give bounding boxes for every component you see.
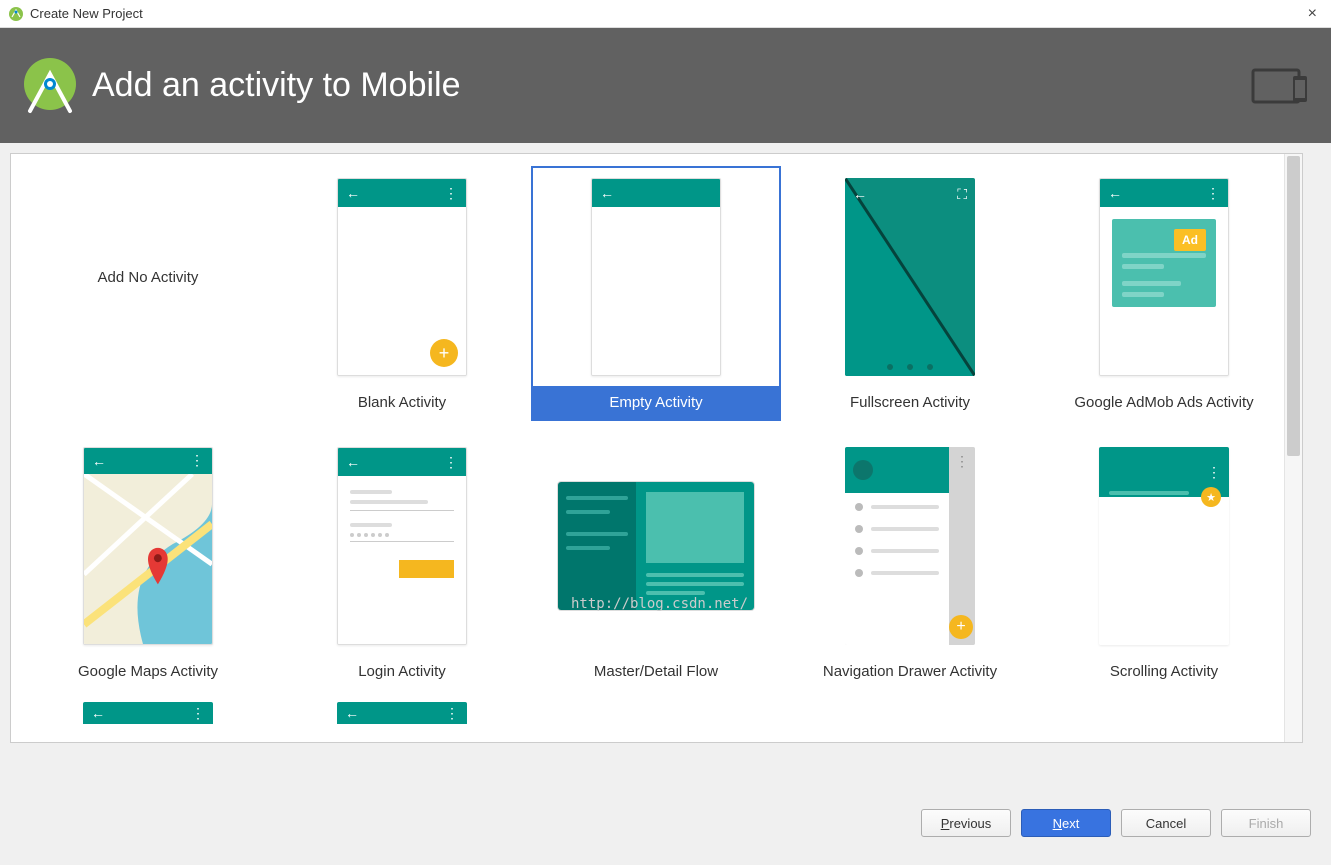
overflow-menu-icon (955, 453, 969, 470)
app-icon (8, 6, 24, 22)
activity-card-admob[interactable]: Ad Google AdMob Ads Activity (1037, 164, 1291, 433)
next-label: ext (1062, 816, 1079, 831)
overflow-menu-icon (444, 454, 458, 471)
fab-plus-icon (430, 339, 458, 367)
activity-card-master-detail[interactable]: Master/Detail Flow (529, 433, 783, 702)
activity-card-nav-drawer[interactable]: Navigation Drawer Activity (783, 433, 1037, 702)
window-title: Create New Project (30, 6, 143, 21)
activity-gallery: Add No Activity Blank (10, 153, 1303, 743)
fullscreen-activity-thumb (845, 178, 975, 376)
activity-card-fullscreen[interactable]: Fullscreen Activity (783, 164, 1037, 433)
activity-label: Master/Detail Flow (531, 655, 781, 700)
previous-label: revious (949, 816, 991, 831)
nav-drawer-thumb (845, 447, 975, 645)
activity-label: Google Maps Activity (23, 655, 273, 700)
overflow-menu-icon (444, 185, 458, 202)
activity-card-add-no-activity[interactable]: Add No Activity (21, 164, 275, 433)
activity-card-login[interactable]: Login Activity (275, 433, 529, 702)
page-title: Add an activity to Mobile (92, 66, 461, 105)
back-arrow-icon (346, 454, 360, 470)
cancel-button[interactable]: Cancel (1121, 809, 1211, 837)
back-arrow-icon (92, 453, 106, 469)
activity-card-blank[interactable]: Blank Activity (275, 164, 529, 433)
fab-star-icon (1201, 487, 1221, 507)
master-detail-thumb (557, 481, 755, 611)
blank-activity-thumb (337, 178, 467, 376)
ad-badge: Ad (1174, 229, 1206, 251)
overflow-menu-icon (445, 705, 459, 722)
scrolling-activity-thumb (1099, 447, 1229, 645)
fullscreen-icon (957, 186, 967, 203)
back-arrow-icon (600, 185, 614, 201)
activity-label: Navigation Drawer Activity (785, 655, 1035, 700)
no-activity-label: Add No Activity (98, 269, 199, 286)
activity-card-peek[interactable] (337, 702, 467, 724)
activity-label: Login Activity (277, 655, 527, 700)
activity-card-scrolling[interactable]: Scrolling Activity (1037, 433, 1291, 702)
overflow-menu-icon (1206, 185, 1220, 202)
overflow-menu-icon (190, 452, 204, 469)
activity-label: Google AdMob Ads Activity (1039, 386, 1289, 431)
fab-plus-icon (949, 615, 973, 639)
activity-card-peek[interactable] (83, 702, 213, 724)
activity-label: Blank Activity (277, 386, 527, 431)
close-button[interactable]: × (1302, 5, 1323, 23)
activity-card-maps[interactable]: Google Maps Activity (21, 433, 275, 702)
window-titlebar: Create New Project × (0, 0, 1331, 28)
android-studio-logo-icon (20, 56, 80, 116)
back-arrow-icon (1108, 185, 1122, 201)
admob-activity-thumb: Ad (1099, 178, 1229, 376)
next-button[interactable]: Next (1021, 809, 1111, 837)
activity-card-empty[interactable]: Empty Activity (529, 164, 783, 433)
previous-button[interactable]: Previous (921, 809, 1011, 837)
back-arrow-icon (345, 705, 359, 721)
overflow-menu-icon (191, 705, 205, 722)
empty-activity-thumb (591, 178, 721, 376)
device-icon (1251, 66, 1311, 106)
avatar-icon (853, 460, 873, 480)
login-button-icon (399, 560, 454, 578)
activity-label: Empty Activity (531, 386, 781, 421)
back-arrow-icon (346, 185, 360, 201)
content-area: Add No Activity Blank (0, 143, 1331, 793)
back-arrow-icon (853, 186, 867, 203)
finish-button[interactable]: Finish (1221, 809, 1311, 837)
scrollbar-thumb[interactable] (1287, 156, 1300, 456)
back-arrow-icon (91, 705, 105, 721)
activity-row-peek (21, 702, 1292, 724)
overflow-menu-icon (1207, 464, 1221, 481)
wizard-header: Add an activity to Mobile (0, 28, 1331, 143)
activity-label: Scrolling Activity (1039, 655, 1289, 700)
maps-activity-thumb (83, 447, 213, 645)
scrollbar[interactable] (1284, 154, 1302, 742)
login-activity-thumb (337, 447, 467, 645)
wizard-footer: Previous Next Cancel Finish (0, 793, 1331, 853)
activity-label: Fullscreen Activity (785, 386, 1035, 431)
